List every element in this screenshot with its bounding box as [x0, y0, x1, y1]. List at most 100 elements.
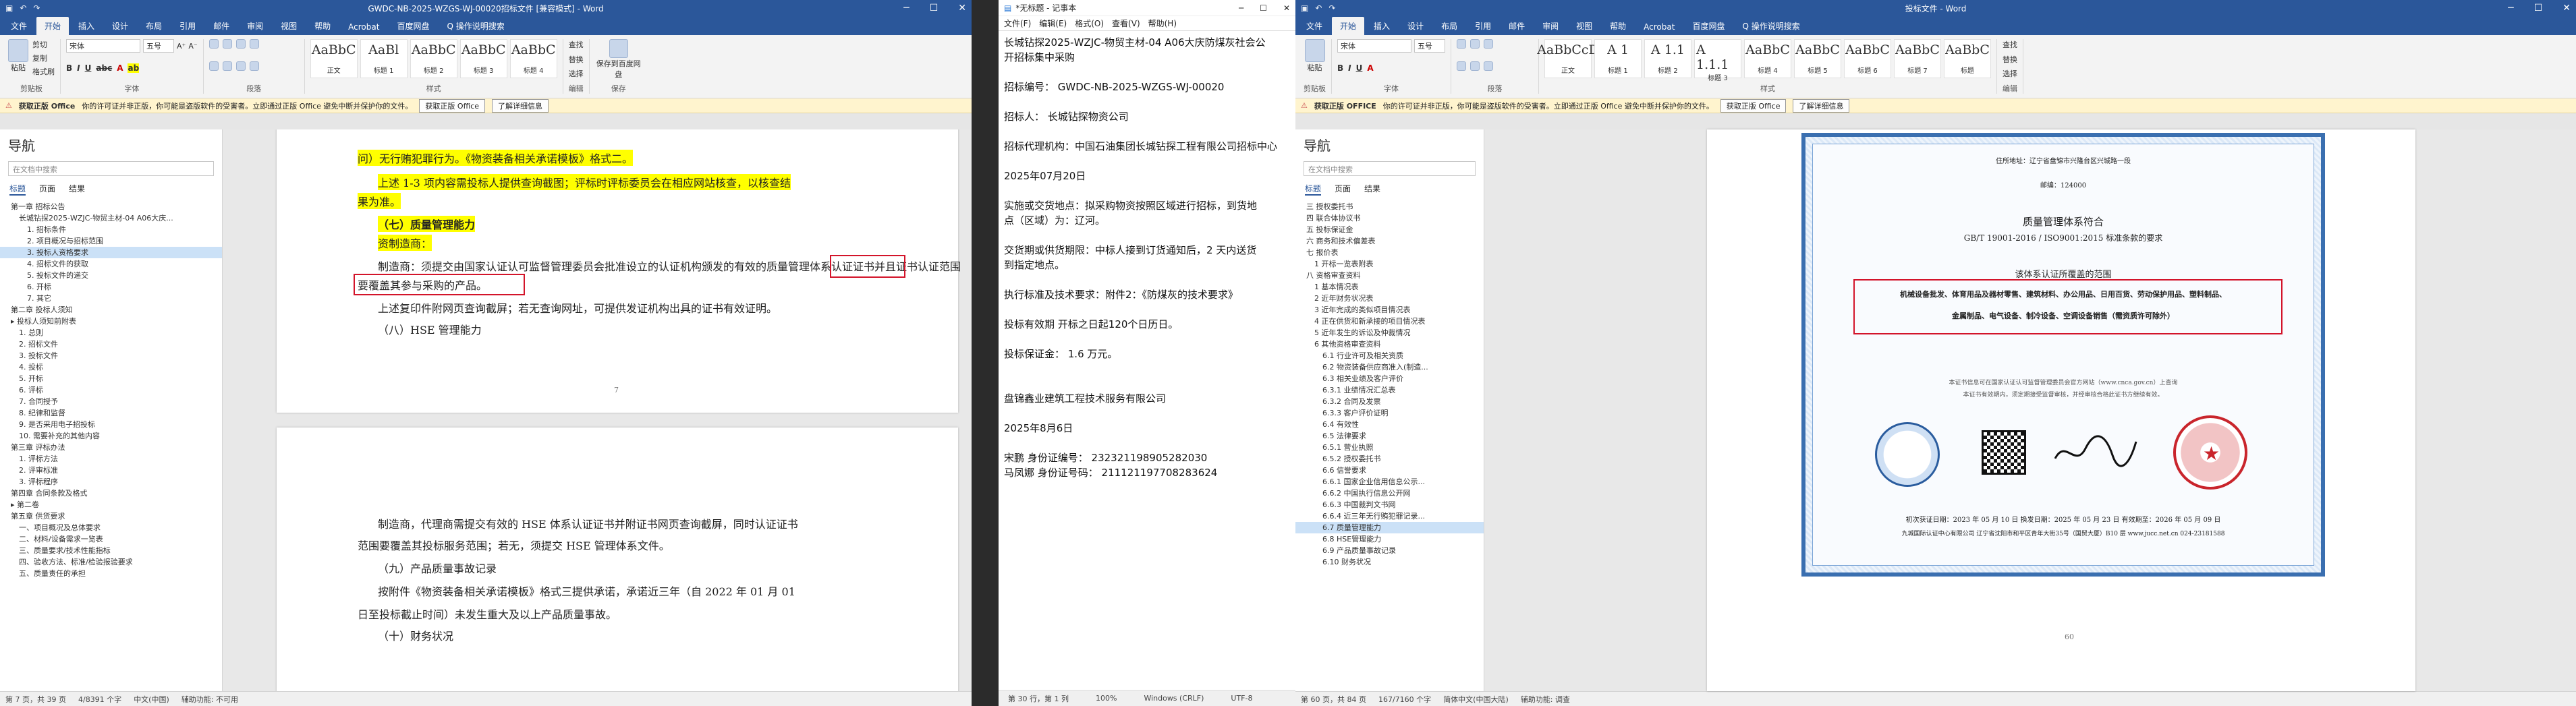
indent-icon[interactable] [235, 39, 246, 49]
redo-icon[interactable]: ↷ [33, 3, 40, 13]
notepad-menu-item[interactable]: 编辑(E) [1039, 18, 1067, 29]
ribbon-tab[interactable]: 开始 [36, 17, 69, 35]
bullets-icon[interactable] [1457, 39, 1466, 49]
ribbon-tab[interactable]: 设计 [104, 17, 136, 35]
replace-button[interactable]: 替换 [569, 54, 584, 65]
maximize-icon[interactable]: ☐ [2534, 3, 2543, 13]
nav-heading-item[interactable]: 6 其他资格审查资料 [1295, 339, 1484, 350]
font-size-select[interactable]: 五号 [143, 39, 174, 53]
ribbon-tab[interactable]: 审阅 [239, 17, 271, 35]
nav-heading-item[interactable]: 8. 纪律和监督 [0, 407, 222, 419]
nav-heading-item[interactable]: 1 开标一览表附表 [1295, 258, 1484, 270]
nav-tab-results[interactable]: 结果 [1364, 183, 1380, 196]
indent-icon[interactable] [1484, 39, 1493, 49]
ribbon-tab[interactable]: 布局 [138, 17, 170, 35]
ribbon-tab[interactable]: 文件 [3, 17, 35, 35]
select-button[interactable]: 选择 [2003, 68, 2017, 79]
sort-icon[interactable] [249, 39, 259, 49]
nav-heading-item[interactable]: 6.6.2 中国执行信息公开网 [1295, 488, 1484, 499]
nav-heading-item[interactable]: 6.5.1 营业执照 [1295, 442, 1484, 453]
nav-heading-item[interactable]: 6.6 信誉要求 [1295, 465, 1484, 476]
align-center-icon[interactable] [1470, 61, 1480, 71]
nav-heading-item[interactable]: 6.6.3 中国裁判文书网 [1295, 499, 1484, 510]
italic-button[interactable]: I [1348, 63, 1351, 73]
nav-heading-item[interactable]: 2 近年财务状况表 [1295, 293, 1484, 304]
ribbon-tab[interactable]: 视图 [1568, 17, 1600, 35]
autosave-icon[interactable]: ▣ [1301, 3, 1308, 13]
numbering-icon[interactable] [1470, 39, 1480, 49]
nav-heading-item[interactable]: 7. 合同授予 [0, 396, 222, 407]
nav-heading-item[interactable]: 1 基本情况表 [1295, 281, 1484, 293]
find-button[interactable]: 查找 [2003, 39, 2017, 50]
nav-heading-item[interactable]: 4. 招标文件的获取 [0, 258, 222, 270]
style-gallery-item[interactable]: A 1 标题 1 [1594, 39, 1642, 78]
nav-heading-item[interactable]: 6. 开标 [0, 281, 222, 293]
style-gallery-item[interactable]: AaBbC 标题 6 [1844, 39, 1891, 78]
nav-tab-results[interactable]: 结果 [69, 183, 85, 196]
ribbon-tab[interactable]: 邮件 [205, 17, 237, 35]
ribbon-tab[interactable]: 引用 [1467, 17, 1499, 35]
nav-heading-item[interactable]: 6. 评标 [0, 384, 222, 396]
nav-heading-item[interactable]: 5. 开标 [0, 373, 222, 384]
ribbon-tab[interactable]: 设计 [1399, 17, 1432, 35]
font-size-select[interactable]: 五号 [1414, 39, 1445, 53]
font-name-select[interactable]: 宋体 [66, 39, 140, 53]
ribbon-tab[interactable]: 帮助 [306, 17, 339, 35]
style-gallery-item[interactable]: AaBbC 标题 4 [1744, 39, 1791, 78]
nav-heading-item[interactable]: 10. 需要补充的其他内容 [0, 430, 222, 442]
align-left-icon[interactable] [208, 61, 219, 71]
nav-heading-item[interactable]: 3. 投标文件 [0, 350, 222, 361]
style-gallery-item[interactable]: AaBbC 标题 4 [509, 39, 557, 78]
ribbon-tab[interactable]: 文件 [1298, 17, 1331, 35]
italic-button[interactable]: I [77, 63, 80, 73]
ribbon-tab[interactable]: 开始 [1332, 17, 1365, 35]
nav-heading-item[interactable]: 六 商务和技术偏差表 [1295, 235, 1484, 247]
maximize-icon[interactable]: ☐ [930, 3, 939, 13]
nav-heading-item[interactable]: ▸ 投标人须知前附表 [0, 316, 222, 327]
cut-button[interactable]: 剪切 [32, 39, 55, 50]
nav-heading-item[interactable]: 三、质量要求/技术性能指标 [0, 545, 222, 556]
nav-heading-item[interactable]: 5. 投标文件的递交 [0, 270, 222, 281]
nav-heading-item[interactable]: 五、质量责任的承担 [0, 568, 222, 579]
close-icon[interactable]: ✕ [2563, 3, 2571, 13]
nav-tab-pages[interactable]: 页面 [1335, 183, 1351, 196]
ribbon-tab[interactable]: 布局 [1433, 17, 1465, 35]
font-name-select[interactable]: 宋体 [1337, 39, 1411, 53]
nav-heading-item[interactable]: 二、材料/设备需求一览表 [0, 533, 222, 545]
nav-heading-item[interactable]: ▸ 第二卷 [0, 499, 222, 510]
nav-heading-item[interactable]: 6.2 物资装备供应商准入(制造... [1295, 361, 1484, 373]
ribbon-tab[interactable]: Acrobat [1635, 19, 1683, 35]
replace-button[interactable]: 替换 [2003, 54, 2017, 65]
learn-more-button[interactable]: 了解详细信息 [1793, 98, 1850, 113]
nav-heading-item[interactable]: 6.6.1 国家企业信用信息公示... [1295, 476, 1484, 488]
nav-heading-item[interactable]: 6.5 法律要求 [1295, 430, 1484, 442]
font-color-button[interactable]: A [1367, 63, 1373, 73]
nav-heading-item[interactable]: 6.10 财务状况 [1295, 556, 1484, 568]
minimize-icon[interactable]: ─ [2508, 3, 2513, 13]
nav-heading-item[interactable]: 3. 评标程序 [0, 476, 222, 488]
nav-heading-item[interactable]: 第四章 合同条款及格式 [0, 488, 222, 499]
ribbon-tab[interactable]: 插入 [1366, 17, 1398, 35]
nav-heading-item[interactable]: 3. 投标人资格要求 [0, 247, 222, 258]
nav-search-input[interactable]: 在文档中搜索 [8, 161, 214, 176]
font-color-button[interactable]: A [117, 63, 123, 73]
ribbon-tab[interactable]: 帮助 [1602, 17, 1634, 35]
undo-icon[interactable]: ↶ [20, 3, 26, 13]
underline-button[interactable]: U [1356, 63, 1363, 73]
style-gallery-item[interactable]: AaBbC 标题 3 [459, 39, 507, 78]
find-button[interactable]: 查找 [569, 39, 584, 50]
justify-icon[interactable] [249, 61, 259, 71]
ribbon-tab[interactable]: 引用 [171, 17, 204, 35]
format-painter-button[interactable]: 格式刷 [32, 66, 55, 77]
redo-icon[interactable]: ↷ [1328, 3, 1335, 13]
notepad-text-area[interactable]: 长城钻探2025-WZJC-物贸主材-04 A06大庆防煤灰社会公 开招标集中采购… [999, 31, 1295, 690]
nav-tab-pages[interactable]: 页面 [39, 183, 55, 196]
maximize-icon[interactable]: ☐ [1260, 3, 1267, 13]
nav-heading-item[interactable]: 1. 总则 [0, 327, 222, 339]
ribbon-tab[interactable]: 审阅 [1534, 17, 1567, 35]
strikethrough-button[interactable]: abc [96, 63, 112, 73]
style-gallery-item[interactable]: AaBbCcD 正文 [1537, 39, 1599, 78]
nav-heading-item[interactable]: 第一章 招标公告 [0, 201, 222, 212]
align-right-icon[interactable] [235, 61, 246, 71]
ribbon-tab[interactable]: Acrobat [340, 19, 387, 35]
